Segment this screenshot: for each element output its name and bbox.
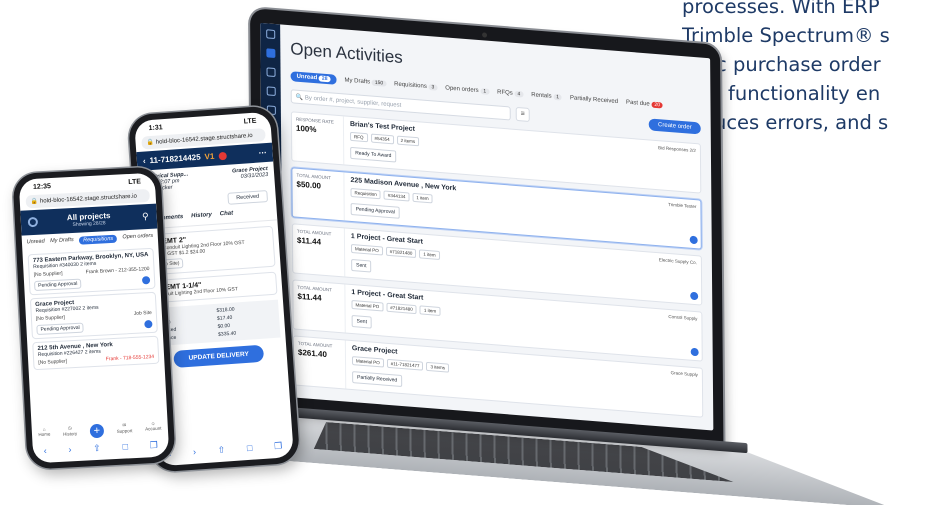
open-icon[interactable] xyxy=(144,319,153,329)
tabs-icon[interactable]: ❐ xyxy=(149,440,158,451)
open-icon[interactable] xyxy=(690,347,699,357)
create-order-button[interactable]: Create order xyxy=(648,118,701,135)
lock-icon: 🔒 xyxy=(30,198,39,206)
open-icon[interactable] xyxy=(141,276,151,285)
tab-my-drafts[interactable]: My Drafts xyxy=(50,237,74,246)
tab-partially-received[interactable]: Partially Received xyxy=(570,95,618,105)
search-icon: 🔍 xyxy=(295,94,304,102)
open-icon[interactable] xyxy=(690,291,699,301)
tab-rfqs[interactable]: RFQs 4 xyxy=(497,89,524,98)
tab-unread[interactable]: Unread 28 xyxy=(290,71,337,85)
back-icon[interactable]: ‹ xyxy=(143,156,146,165)
nav-support[interactable]: ✉ Support xyxy=(116,422,133,437)
more-icon[interactable]: ⋯ xyxy=(258,148,267,158)
projects-icon[interactable] xyxy=(266,86,276,96)
activities-icon[interactable] xyxy=(265,48,275,58)
status-badge: Ready To Award xyxy=(350,146,397,163)
tab-open-orders[interactable]: Open orders xyxy=(122,233,153,243)
phone-activity-list: 12:35 LTE 🔒 hold-bloc-16542.stage.structs… xyxy=(12,166,176,470)
tab-my-drafts[interactable]: My Drafts 150 xyxy=(344,77,387,87)
camera-icon xyxy=(482,32,488,38)
back-arrow-icon[interactable]: ‹ xyxy=(44,446,48,457)
nav-history[interactable]: ◷ History xyxy=(63,425,78,440)
add-button[interactable]: + xyxy=(89,423,105,439)
tab-chat[interactable]: Chat xyxy=(220,210,234,217)
laptop-mockup: Open Activities Unread 28 My Drafts 150 … xyxy=(250,8,814,492)
status-badge: Sent xyxy=(351,315,373,329)
forward-arrow-icon[interactable]: › xyxy=(68,444,72,455)
promo-line: processes. With ERP xyxy=(682,0,880,18)
tab-requisitions[interactable]: Requisitions xyxy=(78,234,118,245)
nav-home[interactable]: ⌂ Home xyxy=(38,426,51,441)
tab-rentals[interactable]: Rentals 1 xyxy=(531,92,563,101)
forward-arrow-icon[interactable]: › xyxy=(193,447,197,458)
status-badge: Pending Approval xyxy=(36,322,84,336)
tab-requisitions[interactable]: Requisitions 3 xyxy=(394,81,438,91)
po-number: 11-718214425 xyxy=(149,152,201,166)
lock-icon: 🔒 xyxy=(146,139,155,147)
open-icon[interactable] xyxy=(689,235,698,245)
share-icon[interactable]: ⇧ xyxy=(93,443,101,454)
bookmarks-icon[interactable]: □ xyxy=(122,441,128,452)
nav-account[interactable]: ☺ Account xyxy=(145,421,162,436)
history-icon[interactable] xyxy=(266,67,276,77)
tabs-icon[interactable]: ❐ xyxy=(274,441,283,453)
status-badge: Sent xyxy=(351,258,372,273)
browser-toolbar: ‹ › ⇧ □ ❐ xyxy=(157,440,293,460)
bookmarks-icon[interactable]: □ xyxy=(247,443,253,454)
browser-toolbar: ‹ › ⇧ □ ❐ xyxy=(33,439,169,457)
activity-card[interactable]: Grace Project Requisition #227002 2 item… xyxy=(29,291,158,340)
filter-icon[interactable]: ≡ xyxy=(515,106,530,123)
app-main: Open Activities Unread 28 My Drafts 150 … xyxy=(280,24,713,430)
status-badge: Partially Received xyxy=(352,371,403,388)
search-icon[interactable]: ⚲ xyxy=(142,211,149,222)
tab-history[interactable]: History xyxy=(191,212,212,219)
tab-unread[interactable]: Unread xyxy=(27,238,45,247)
phone-screen: 12:35 LTE 🔒 hold-bloc-16542.stage.structs… xyxy=(18,172,170,464)
version-label: V1 xyxy=(204,151,215,162)
totals-box: Total$318.00 (25%)$17.40 Invoiced$0.00 B… xyxy=(152,299,281,347)
bottom-nav: ⌂ Home ◷ History + ✉ Support ☺ Account xyxy=(32,420,169,441)
status-badge: Pending Approval xyxy=(350,202,400,219)
alert-icon xyxy=(218,151,227,160)
laptop-lid: Open Activities Unread 28 My Drafts 150 … xyxy=(250,8,724,446)
line-item[interactable]: all EMT 1-1/4" Conduit Lighting 2nd Floo… xyxy=(150,271,278,304)
tab-past-due[interactable]: Past due 20 xyxy=(626,100,663,109)
activity-card[interactable]: 212 5th Avenue , New York Requisition #2… xyxy=(32,335,160,371)
line-item[interactable]: all EMT 2" 10 - Conduit Lighting 2nd Flo… xyxy=(147,225,276,276)
logo-icon[interactable] xyxy=(265,29,275,39)
status-badge: Pending Approval xyxy=(33,278,82,292)
tab-open-orders[interactable]: Open orders 1 xyxy=(445,85,490,95)
activity-list: RESPONSE RATE 100% Brian's Test Project R… xyxy=(290,111,704,418)
update-delivery-button[interactable]: UPDATE DELIVERY xyxy=(173,344,265,368)
activity-card[interactable]: 773 Eastern Parkway, Brooklyn, NY, USA R… xyxy=(27,247,156,296)
laptop-screen: Open Activities Unread 28 My Drafts 150 … xyxy=(260,22,714,431)
share-icon[interactable]: ⇧ xyxy=(217,445,225,456)
